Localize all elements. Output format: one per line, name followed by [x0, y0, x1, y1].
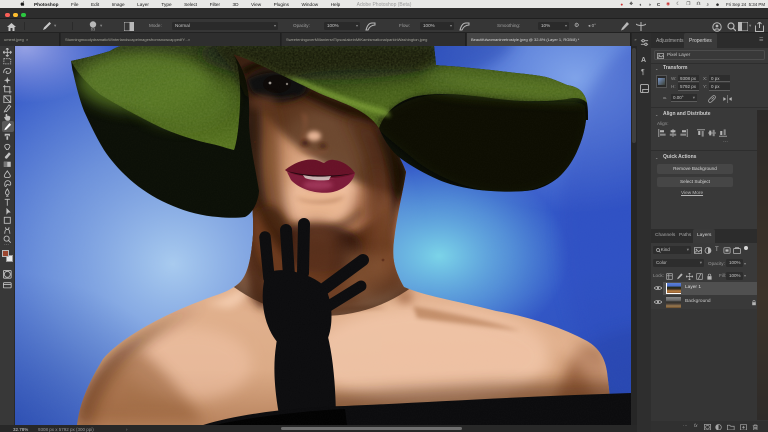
svg-text:63: 63	[91, 27, 96, 31]
